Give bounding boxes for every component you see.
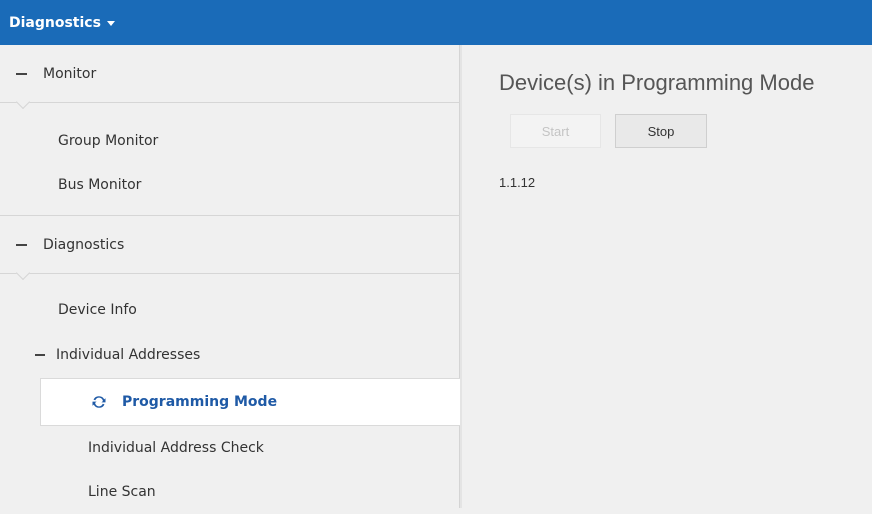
sidebar-item-bus-monitor[interactable]: Bus Monitor: [0, 163, 460, 207]
diagnostics-menu[interactable]: Diagnostics: [9, 15, 115, 31]
page-title: Device(s) in Programming Mode: [499, 70, 815, 95]
sidebar-item-label: Device Info: [58, 302, 137, 318]
sidebar-item-label: Line Scan: [88, 484, 156, 500]
caret-down-icon: [106, 21, 115, 26]
sidebar-item-label: Bus Monitor: [58, 177, 142, 193]
sidebar-item-group-monitor[interactable]: Group Monitor: [0, 119, 460, 163]
section-label: Monitor: [43, 66, 97, 82]
sidebar-item-line-scan[interactable]: Line Scan: [0, 470, 460, 514]
menu-title: Diagnostics: [9, 14, 101, 31]
collapse-minus-icon: [16, 73, 27, 75]
start-button[interactable]: Start: [510, 114, 601, 148]
divider: [0, 102, 460, 103]
sidebar-item-label: Group Monitor: [58, 133, 159, 149]
stop-button[interactable]: Stop: [615, 114, 707, 148]
divider: [0, 273, 460, 274]
section-label: Diagnostics: [43, 237, 125, 253]
sidebar: Monitor Group Monitor Bus Monitor Diagno…: [0, 45, 461, 508]
device-list-item[interactable]: 1.1.12: [499, 175, 535, 190]
section-diagnostics[interactable]: Diagnostics: [0, 216, 460, 274]
sidebar-item-label: Programming Mode: [122, 394, 278, 410]
subsection-label: Individual Addresses: [56, 347, 201, 363]
top-bar: Diagnostics: [0, 0, 872, 45]
collapse-minus-icon: [35, 354, 45, 356]
sidebar-item-programming-mode[interactable]: Programming Mode: [40, 378, 461, 426]
sidebar-item-individual-address-check[interactable]: Individual Address Check: [0, 426, 460, 470]
section-monitor[interactable]: Monitor: [0, 45, 460, 103]
sync-icon: [92, 396, 106, 408]
main-panel: Device(s) in Programming Mode Start Stop…: [462, 45, 872, 508]
sidebar-item-device-info[interactable]: Device Info: [0, 288, 460, 332]
subsection-individual-addresses[interactable]: Individual Addresses: [0, 333, 460, 377]
sidebar-item-label: Individual Address Check: [88, 440, 264, 456]
collapse-minus-icon: [16, 244, 27, 246]
